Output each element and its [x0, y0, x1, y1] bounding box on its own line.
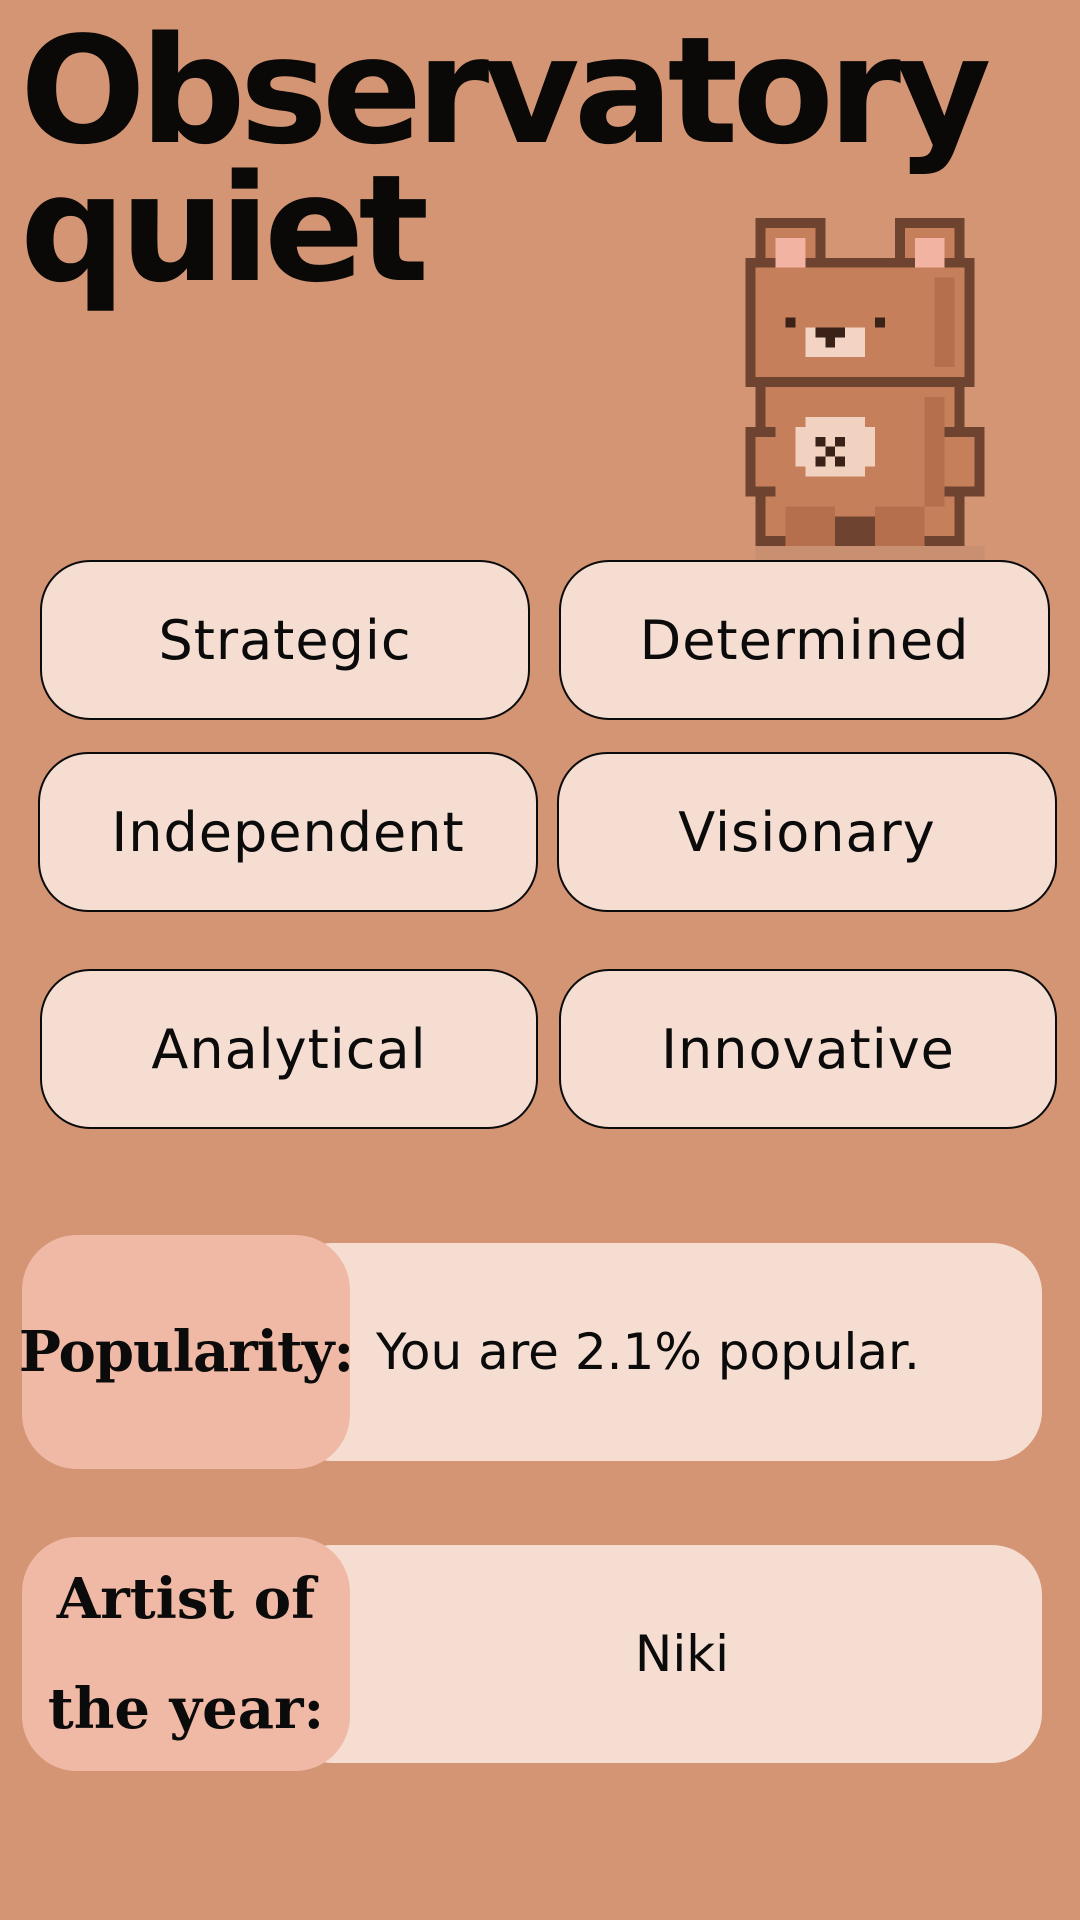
- trait-label: Strategic: [158, 608, 412, 672]
- artist-of-year-row: Niki Artist of the year:: [22, 1537, 1042, 1771]
- trait-pill-innovative[interactable]: Innovative: [559, 969, 1057, 1129]
- artist-label-line-1: Artist of: [56, 1566, 316, 1632]
- trait-label: Analytical: [151, 1017, 427, 1081]
- trait-pill-determined[interactable]: Determined: [559, 560, 1050, 720]
- trait-pill-strategic[interactable]: Strategic: [40, 560, 530, 720]
- trait-pill-independent[interactable]: Independent: [38, 752, 538, 912]
- popularity-label: Popularity:: [18, 1319, 354, 1385]
- title-line-2: quiet: [20, 143, 429, 315]
- artist-label-line-2: the year:: [47, 1676, 325, 1742]
- artist-value-box: Niki: [282, 1545, 1042, 1763]
- pixel-bear-icon: [745, 218, 985, 567]
- trait-label: Determined: [639, 608, 970, 672]
- trait-label: Visionary: [678, 800, 936, 864]
- popularity-value: You are 2.1% popular.: [376, 1323, 920, 1381]
- trait-label: Innovative: [661, 1017, 955, 1081]
- trait-pill-visionary[interactable]: Visionary: [557, 752, 1057, 912]
- trait-pill-analytical[interactable]: Analytical: [40, 969, 538, 1129]
- artist-label-box: Artist of the year:: [22, 1537, 350, 1771]
- popularity-value-box: You are 2.1% popular.: [282, 1243, 1042, 1461]
- popularity-label-box: Popularity:: [18, 1235, 354, 1469]
- artist-value: Niki: [634, 1625, 730, 1683]
- popularity-row: You are 2.1% popular. Popularity:: [18, 1235, 1042, 1469]
- trait-label: Independent: [111, 800, 465, 864]
